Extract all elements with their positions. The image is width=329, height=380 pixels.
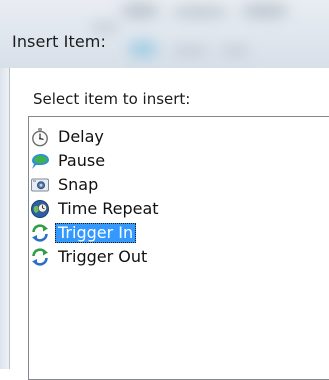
camera-icon — [29, 174, 51, 196]
list-item-label: Trigger In — [55, 223, 137, 243]
list-item-delay[interactable]: Delay — [29, 125, 107, 149]
list-item-time-repeat[interactable]: Time Repeat — [29, 197, 162, 221]
list-item-label: Delay — [58, 127, 104, 146]
list-item-label: Trigger Out — [58, 247, 148, 266]
title-bar: Insert Item: — [0, 0, 329, 69]
clock-globe-icon — [29, 198, 51, 220]
speech-bubble-icon — [29, 150, 51, 172]
list-item-label: Snap — [58, 175, 99, 194]
window-frame-edge — [0, 68, 10, 369]
item-listbox[interactable]: Delay Pause Snap Time Repeat Trigger In … — [28, 116, 329, 380]
list-item-pause[interactable]: Pause — [29, 149, 108, 173]
prompt-label: Select item to insert: — [33, 90, 191, 108]
list-item-label: Time Repeat — [58, 199, 159, 218]
list-item-trigger-in[interactable]: Trigger In — [29, 221, 137, 245]
refresh-arrows-icon — [29, 246, 51, 268]
refresh-arrows-icon — [29, 222, 51, 244]
list-item-snap[interactable]: Snap — [29, 173, 101, 197]
window-title: Insert Item: — [12, 32, 106, 51]
list-item-label: Pause — [58, 151, 106, 170]
list-item-trigger-out[interactable]: Trigger Out — [29, 245, 150, 269]
stopwatch-icon — [29, 126, 51, 148]
